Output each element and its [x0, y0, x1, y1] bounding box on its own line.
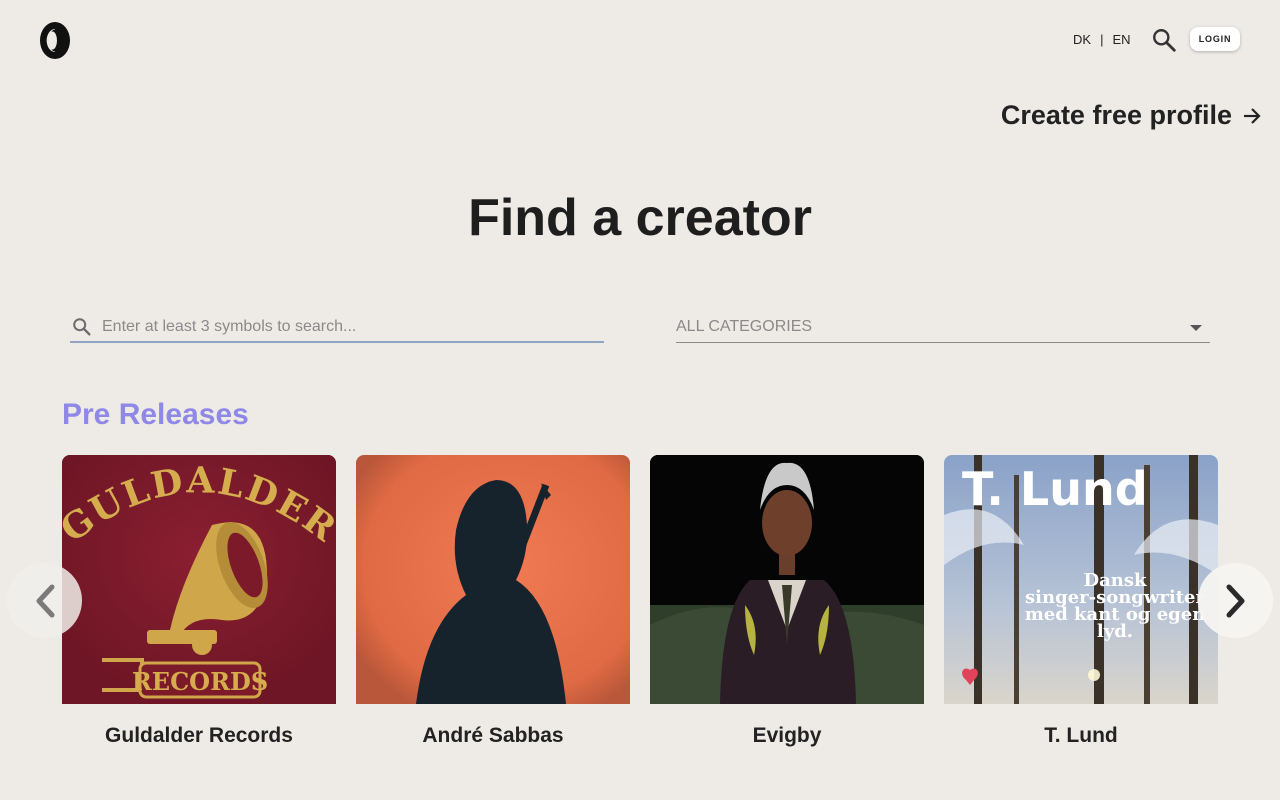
create-profile-link[interactable]: Create free profile	[1001, 100, 1262, 131]
artwork-caption-line: lyd.	[1097, 621, 1133, 642]
gramophone-artwork: GULDALDER RECORDS	[62, 455, 336, 704]
creator-card-image: GULDALDER RECORDS	[62, 455, 336, 704]
creator-card-name: T. Lund	[1044, 724, 1118, 747]
character-artwork	[650, 455, 924, 704]
creator-card[interactable]: Evigby	[650, 455, 924, 748]
artwork-text-bottom: RECORDS	[132, 667, 268, 696]
caret-down-icon	[1190, 325, 1202, 331]
carousel-next-button[interactable]	[1198, 563, 1273, 638]
language-switcher: DK | EN	[1073, 32, 1131, 47]
search-field	[70, 312, 604, 343]
chevron-right-icon	[1226, 584, 1244, 617]
silhouette-artwork	[356, 455, 630, 704]
category-selected-value: ALL CATEGORIES	[676, 318, 813, 335]
forest-artwork: T. Lund Dansk singer-songwriter med kant…	[944, 455, 1218, 704]
lang-dk-link[interactable]: DK	[1073, 32, 1091, 47]
section-title: Pre Releases	[62, 398, 249, 431]
search-input[interactable]	[102, 317, 582, 336]
create-profile-label: Create free profile	[1000, 100, 1232, 130]
search-icon	[73, 317, 91, 336]
creator-card-name: Guldalder Records	[105, 724, 293, 747]
creator-card-name: Evigby	[752, 724, 822, 747]
chevron-left-icon	[36, 584, 54, 617]
lang-separator: |	[1100, 32, 1104, 47]
search-icon[interactable]	[1151, 27, 1177, 53]
creator-card-image	[356, 455, 630, 704]
creator-card-image: T. Lund Dansk singer-songwriter med kant…	[944, 455, 1218, 704]
creator-card[interactable]: André Sabbas	[356, 455, 630, 748]
arrow-right-icon	[1244, 107, 1261, 124]
category-select[interactable]: ALL CATEGORIES	[676, 312, 1210, 343]
creator-card-image	[650, 455, 924, 704]
creator-carousel: GULDALDER RECORDS Guldalder Records	[62, 455, 1218, 748]
logo-icon[interactable]	[40, 22, 70, 59]
lang-en-link[interactable]: EN	[1112, 32, 1130, 47]
page: DK | EN LOGIN Create free profile Find a…	[0, 0, 1280, 800]
artwork-title: T. Lund	[962, 462, 1148, 516]
creator-card[interactable]: T. Lund Dansk singer-songwriter med kant…	[944, 455, 1218, 748]
creator-card-name: André Sabbas	[422, 724, 564, 747]
login-button[interactable]: LOGIN	[1190, 27, 1240, 51]
carousel-prev-button[interactable]	[7, 563, 82, 638]
page-title: Find a creator	[468, 189, 812, 247]
creator-card[interactable]: GULDALDER RECORDS Guldalder Records	[62, 455, 336, 748]
